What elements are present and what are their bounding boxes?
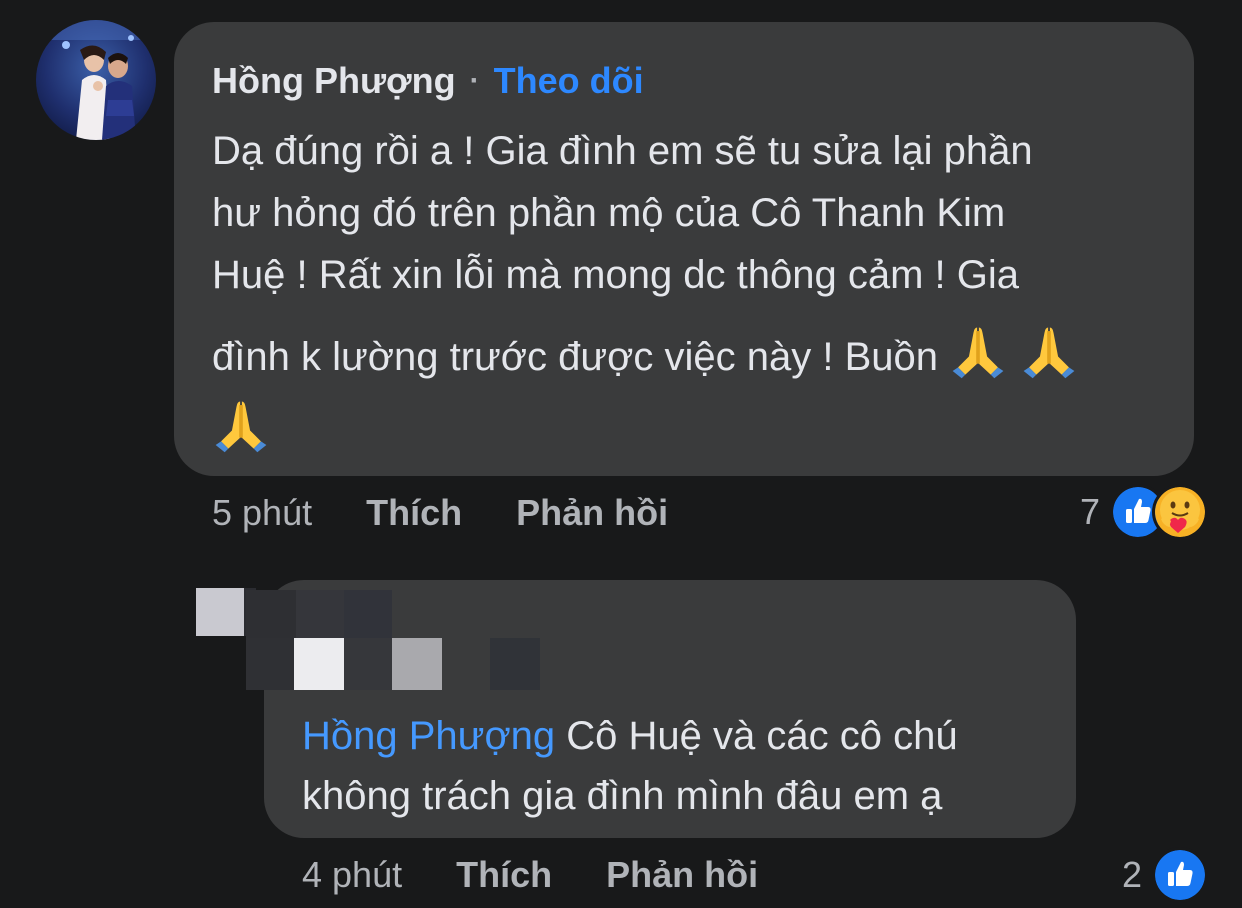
comment-thread: Hồng Phượng · Theo dõi Dạ đúng rồi a ! G… <box>0 0 1242 908</box>
comment-text-line: Dạ đúng rồi a ! Gia đình em sẽ tu sửa lạ… <box>212 129 1033 173</box>
comment-text-line-content: đình k lường trước được việc này ! Buồn <box>212 335 938 379</box>
folded-hands-icon <box>1023 327 1075 379</box>
censored-name <box>246 590 546 690</box>
author-name[interactable]: Hồng Phượng <box>212 60 456 102</box>
comment-timestamp[interactable]: 5 phút <box>212 492 312 534</box>
separator-dot: · <box>469 64 480 97</box>
reply-actions: 4 phút Thích Phản hồi <box>302 850 758 900</box>
comment-text-line: Huệ ! Rất xin lỗi mà mong dc thông cảm !… <box>212 253 1020 297</box>
reply-text: Hồng Phượng Cô Huệ và các cô chú không t… <box>302 706 1062 826</box>
comment-bubble: Hồng Phượng · Theo dõi Dạ đúng rồi a ! G… <box>174 22 1194 476</box>
comment-text: Dạ đúng rồi a ! Gia đình em sẽ tu sửa lạ… <box>212 120 1172 462</box>
reply-reply-button[interactable]: Phản hồi <box>606 854 758 896</box>
comment-text-line: hư hỏng đó trên phần mộ của Cô Thanh Kim <box>212 191 1006 235</box>
follow-link[interactable]: Theo dõi <box>494 60 644 102</box>
like-icon <box>1152 847 1208 903</box>
mention-link[interactable]: Hồng Phượng <box>302 714 555 758</box>
reply-like-button[interactable]: Thích <box>456 854 552 896</box>
reply-reaction-summary[interactable]: 2 <box>1121 847 1208 903</box>
like-button[interactable]: Thích <box>366 492 462 534</box>
reply-button[interactable]: Phản hồi <box>516 492 668 534</box>
reply-reaction-count: 2 <box>1121 854 1142 895</box>
reaction-summary[interactable]: 7 <box>1079 484 1208 540</box>
comment-text-line: đình k lường trước được việc này ! Buồn <box>212 322 1172 388</box>
folded-hands-icon <box>952 327 1004 379</box>
comment-actions: 5 phút Thích Phản hồi <box>212 488 668 538</box>
pixelation-mask <box>246 590 540 690</box>
author-avatar[interactable] <box>36 20 156 140</box>
folded-hands-icon <box>215 401 267 453</box>
avatar-image <box>36 20 156 140</box>
reply-timestamp[interactable]: 4 phút <box>302 854 402 896</box>
comment-text-line <box>212 396 1172 462</box>
comment-header: Hồng Phượng · Theo dõi <box>212 56 1156 106</box>
reaction-count: 7 <box>1079 491 1100 532</box>
care-icon <box>1152 484 1208 540</box>
